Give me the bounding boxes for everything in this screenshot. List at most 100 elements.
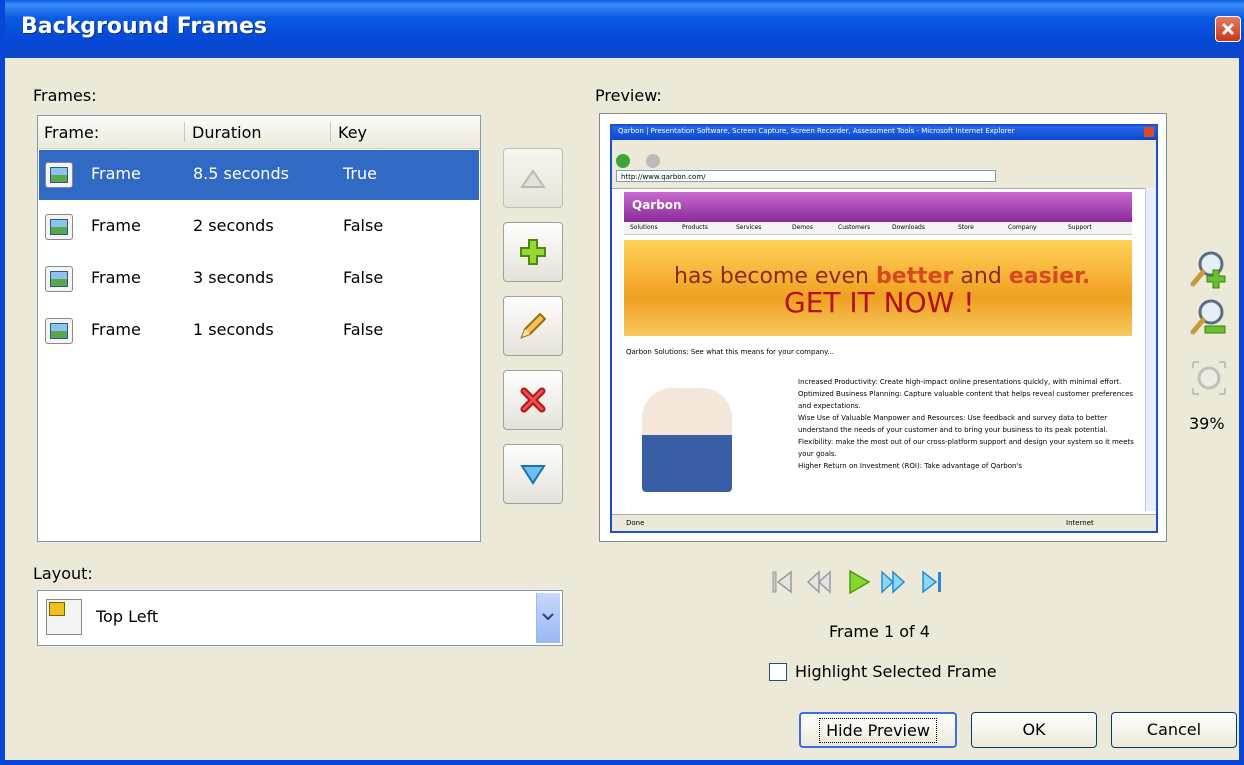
site-nav-item: Downloads [892,224,925,231]
column-header-frame[interactable]: Frame: [44,123,99,142]
list-item: Higher Return on Investment (ROI): Take … [798,462,1022,470]
chevron-down-icon [542,613,554,621]
first-frame-button[interactable] [769,568,797,596]
zoom-level: 39% [1189,414,1225,433]
close-button[interactable] [1215,16,1241,42]
preview-pane: Qarbon | Presentation Software, Screen C… [599,113,1167,542]
benefits-list: Increased Productivity: Create high-impa… [798,376,1134,472]
status-done: Done [626,519,645,527]
address-bar: http://www.qarbon.com/ [616,170,996,182]
highlight-selected-frame-checkbox[interactable] [769,663,787,681]
layout-top-left-icon [46,599,82,635]
site-nav-item: Store [958,224,974,231]
site-nav-item: Company [1008,224,1037,231]
play-icon [849,569,871,595]
list-item: Flexibility: make the most out of our cr… [798,438,1134,458]
frame-counter: Frame 1 of 4 [829,622,930,641]
list-header: Frame: Duration Key [38,116,480,149]
frame-name: Frame [91,268,141,287]
move-down-button[interactable] [503,444,563,504]
layout-dropdown[interactable]: Top Left [37,590,563,646]
back-icon [616,154,630,168]
image-frame-icon [45,318,73,344]
browser-status-bar: Done Internet [612,514,1156,531]
dropdown-arrow-button[interactable] [536,593,560,643]
frame-row[interactable]: Frame 2 seconds False [39,202,479,252]
site-header: Qarbon [624,192,1132,222]
zoom-fit-icon [1192,361,1226,395]
frame-duration: 8.5 seconds [193,164,289,183]
play-button[interactable] [845,568,873,596]
zoom-out-button[interactable] [1189,298,1229,338]
status-zone: Internet [1066,519,1094,527]
hide-preview-label: Hide Preview [819,718,937,743]
browser-scrollbar [1145,188,1156,511]
zoom-in-icon [1190,251,1226,289]
frame-name: Frame [91,216,141,235]
ok-button[interactable]: OK [971,712,1097,748]
frames-label: Frames: [33,86,97,105]
site-banner: has become even better and easier. GET I… [624,240,1132,336]
close-icon [1221,22,1235,36]
frame-name: Frame [91,320,141,339]
list-item: Wise Use of Valuable Manpower and Resour… [798,414,1108,434]
site-logo: Qarbon [632,198,682,212]
frame-name: Frame [91,164,141,183]
cancel-button[interactable]: Cancel [1111,712,1237,748]
image-frame-icon [45,266,73,292]
rewind-icon [806,570,831,594]
person-photo [642,388,732,492]
image-frame-icon [45,162,73,188]
site-nav: Solutions Products Services Demos Custom… [624,222,1132,235]
solutions-heading: Qarbon Solutions: See what this means fo… [626,348,834,356]
column-divider[interactable] [330,122,331,142]
background-frames-dialog: Background Frames Frames: Preview: Frame… [0,0,1244,765]
frames-list[interactable]: Frame: Duration Key Frame 8.5 seconds Tr… [37,115,481,542]
move-up-button[interactable] [503,148,563,208]
layout-label: Layout: [33,564,93,583]
frame-key: False [343,268,384,287]
frame-row[interactable]: Frame 1 seconds False [39,306,479,356]
frame-key: False [343,320,384,339]
site-nav-item: Customers [838,224,871,231]
site-nav-item: Products [682,224,708,231]
highlight-selected-frame-label[interactable]: Highlight Selected Frame [795,662,997,681]
fast-forward-icon [881,570,906,594]
frame-duration: 2 seconds [193,216,274,235]
title-bar[interactable]: Background Frames [5,0,1244,58]
edit-frame-button[interactable] [503,296,563,356]
browser-titlebar: Qarbon | Presentation Software, Screen C… [612,126,1156,140]
previous-frame-button[interactable] [805,568,833,596]
browser-close-icon [1144,127,1154,137]
frame-row[interactable]: Frame 3 seconds False [39,254,479,304]
last-frame-button[interactable] [917,568,945,596]
delete-icon [520,387,546,413]
browser-title: Qarbon | Presentation Software, Screen C… [618,127,1015,135]
column-header-duration[interactable]: Duration [192,123,262,142]
frame-duration: 3 seconds [193,268,274,287]
triangle-up-icon [520,169,546,188]
preview-label: Preview: [595,86,662,105]
add-frame-button[interactable] [503,222,563,282]
zoom-out-icon [1190,299,1226,335]
triangle-down-icon [520,465,546,485]
skip-to-end-icon [922,570,941,594]
delete-frame-button[interactable] [503,370,563,430]
next-frame-button[interactable] [879,568,907,596]
pencil-icon [520,312,547,339]
site-nav-item: Demos [792,224,813,231]
zoom-fit-button[interactable] [1189,358,1229,398]
frame-duration: 1 seconds [193,320,274,339]
column-divider[interactable] [184,122,185,142]
hide-preview-button[interactable]: Hide Preview [799,712,957,748]
layout-value: Top Left [96,607,159,626]
site-nav-item: Services [736,224,762,231]
image-frame-icon [45,214,73,240]
frame-row[interactable]: Frame 8.5 seconds True [39,150,479,200]
zoom-in-button[interactable] [1189,250,1229,290]
site-nav-item: Support [1068,224,1092,231]
preview-screenshot: Qarbon | Presentation Software, Screen C… [610,124,1158,533]
browser-toolbar: http://www.qarbon.com/ [612,140,1156,189]
column-header-key[interactable]: Key [338,123,367,142]
list-item: Optimized Business Planning: Capture val… [798,390,1134,410]
